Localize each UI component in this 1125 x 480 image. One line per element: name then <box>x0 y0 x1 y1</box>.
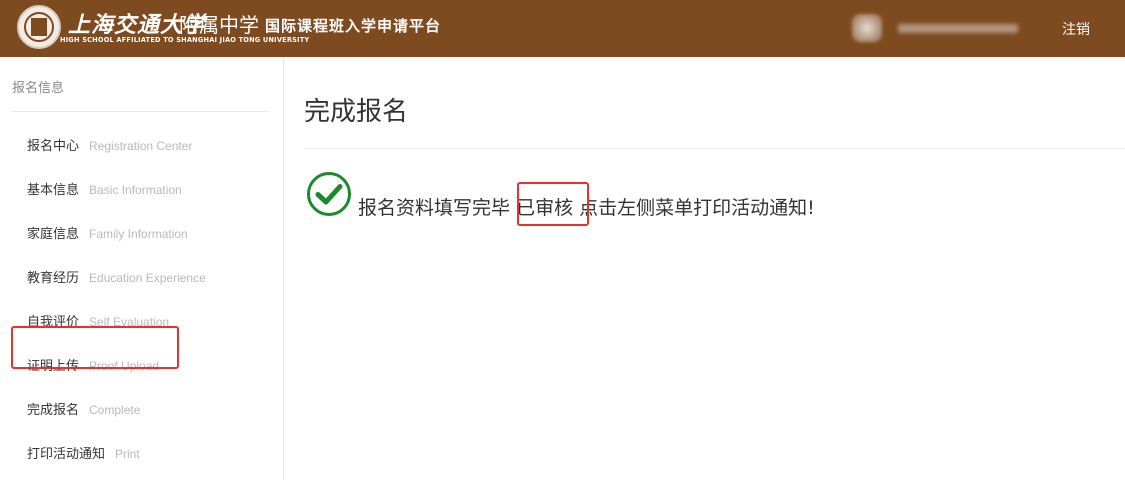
sidebar-item-label: 打印活动通知 <box>27 447 106 462</box>
sidebar-item-sublabel: Basic Information <box>89 183 182 197</box>
status-badge: 已审核 <box>516 197 574 219</box>
sidebar-item-sublabel: Print <box>115 447 140 461</box>
avatar <box>852 14 882 42</box>
page-title: 完成报名 <box>304 97 409 127</box>
sidebar-item-print[interactable]: 打印活动通知 Print <box>27 443 140 465</box>
message-suffix: 点击左侧菜单打印活动通知! <box>579 197 815 219</box>
sidebar-item-label: 自我评价 <box>27 315 80 330</box>
sidebar-item-label: 教育经历 <box>27 271 80 286</box>
sidebar-item-label: 报名中心 <box>27 139 80 154</box>
sidebar-item-label: 完成报名 <box>27 403 80 418</box>
sidebar-item-label: 基本信息 <box>27 183 80 198</box>
completion-message: 报名资料填写完毕 已审核 点击左侧菜单打印活动通知! <box>358 193 815 220</box>
sidebar-item-family-information[interactable]: 家庭信息 Family Information <box>27 223 188 245</box>
sidebar-item-sublabel: Registration Center <box>89 139 193 153</box>
sidebar-item-sublabel: Family Information <box>89 227 188 241</box>
sidebar-item-sublabel: Education Experience <box>89 271 206 285</box>
sidebar-item-sublabel: Proof Upload <box>89 359 160 373</box>
school-affiliated: 附属中学 <box>179 13 259 37</box>
sidebar-item-sublabel: Complete <box>89 403 141 417</box>
divider <box>12 111 269 112</box>
sidebar-item-self-evaluation[interactable]: 自我评价 Self Evaluation <box>27 311 169 333</box>
message-prefix: 报名资料填写完毕 <box>358 197 511 219</box>
top-header: 上海交通大学 附属中学 HIGH SCHOOL AFFILIATED TO SH… <box>0 0 1125 57</box>
sidebar-item-complete[interactable]: 完成报名 Complete <box>27 399 140 421</box>
sidebar-item-education-experience[interactable]: 教育经历 Education Experience <box>27 267 206 289</box>
check-circle-icon <box>307 172 351 216</box>
platform-title: 国际课程班入学申请平台 <box>265 17 442 35</box>
sidebar-item-proof-upload[interactable]: 证明上传 Proof Upload <box>27 355 159 377</box>
sidebar-item-basic-information[interactable]: 基本信息 Basic Information <box>27 179 182 201</box>
logout-link[interactable]: 注销 <box>1062 19 1090 39</box>
school-name-en: HIGH SCHOOL AFFILIATED TO SHANGHAI JIAO … <box>60 36 310 44</box>
sidebar-item-registration-center[interactable]: 报名中心 Registration Center <box>27 135 192 157</box>
divider <box>304 148 1125 149</box>
sidebar-item-sublabel: Self Evaluation <box>89 315 170 329</box>
sidebar-item-label: 证明上传 <box>27 359 80 374</box>
sidebar-heading: 报名信息 <box>12 81 65 96</box>
school-logo <box>17 5 61 49</box>
sidebar-item-label: 家庭信息 <box>27 227 80 242</box>
user-name <box>898 24 1018 33</box>
